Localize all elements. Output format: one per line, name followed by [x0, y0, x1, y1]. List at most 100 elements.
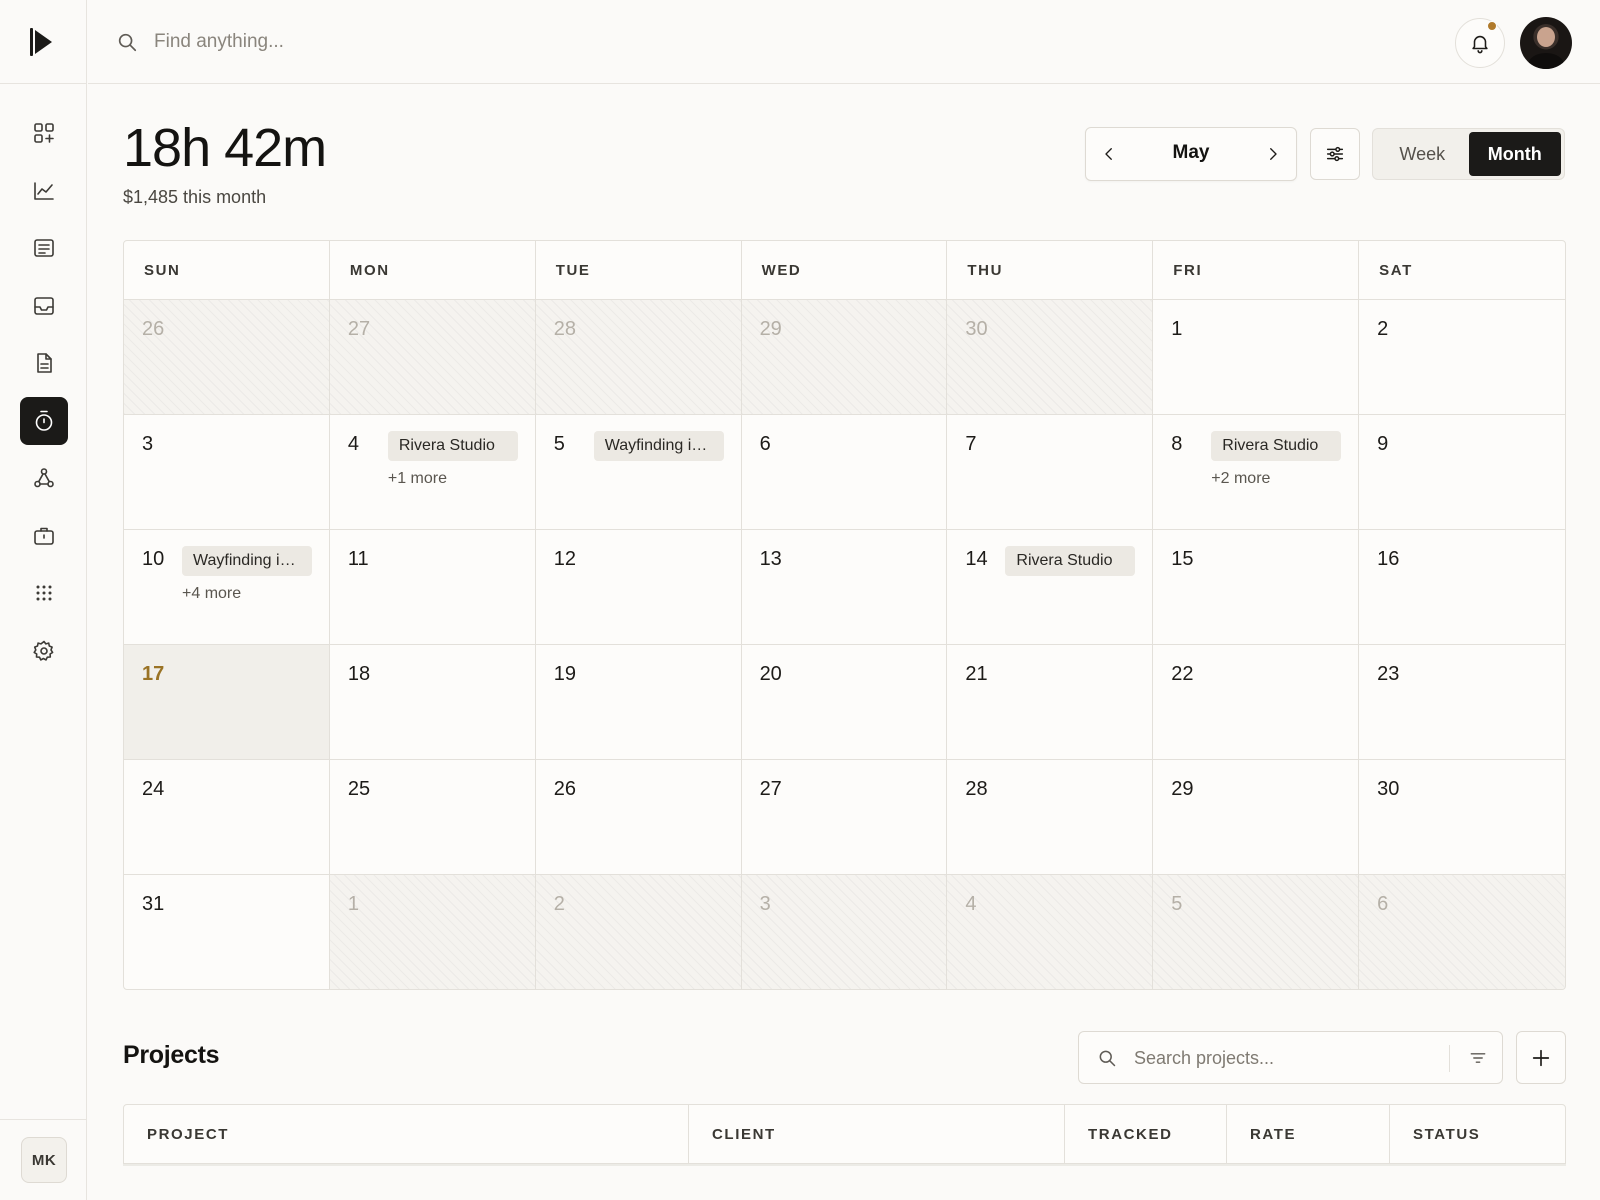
calendar-day[interactable]: 11	[329, 530, 536, 645]
sidebar-item-network[interactable]	[20, 454, 68, 502]
day-number: 2	[1377, 318, 1389, 340]
calendar-day[interactable]: 26	[535, 760, 742, 875]
calendar-day[interactable]: 30	[947, 300, 1154, 415]
calendar-day[interactable]: 30	[1359, 760, 1565, 875]
calendar-day[interactable]: 15	[1153, 530, 1360, 645]
filter-lines-icon	[1470, 1053, 1486, 1063]
calendar-day[interactable]: 9	[1359, 415, 1565, 530]
calendar-day[interactable]: 21	[947, 645, 1154, 760]
calendar-day[interactable]: 2	[1359, 300, 1565, 415]
logo-play-icon	[35, 30, 52, 54]
column-header-client[interactable]: CLIENT	[689, 1105, 1065, 1163]
sidebar-item-settings[interactable]	[20, 627, 68, 675]
calendar-day[interactable]: 28	[535, 300, 742, 415]
sidebar-item-time-tracking[interactable]	[20, 396, 68, 445]
calendar-grid: 26 27 28 29 30 1 2 3 4 Rivera Studio +1 more 5 Wayfi…	[124, 300, 1565, 989]
day-number: 29	[1171, 778, 1194, 800]
calendar-day[interactable]: 31	[124, 875, 330, 989]
next-month-button[interactable]	[1250, 128, 1296, 180]
calendar-day[interactable]: 19	[535, 645, 742, 760]
calendar-day[interactable]: 1	[1153, 300, 1360, 415]
calendar-day[interactable]: 2	[535, 875, 742, 989]
project-filter-button[interactable]	[1456, 1036, 1500, 1080]
column-header-rate[interactable]: RATE	[1227, 1105, 1390, 1163]
sidebar-item-analytics[interactable]	[20, 167, 68, 215]
calendar-day[interactable]: 10 Wayfinding identity +4 more	[124, 530, 330, 645]
sidebar-item-inbox[interactable]	[20, 282, 68, 330]
more-events-link[interactable]: +2 more	[1211, 470, 1270, 488]
calendar-day[interactable]: 5 Wayfinding identity	[535, 415, 742, 530]
app-logo[interactable]	[30, 26, 58, 58]
sidebar-item-list[interactable]	[20, 224, 68, 272]
day-number: 6	[759, 433, 771, 455]
more-events-link[interactable]: +1 more	[388, 470, 447, 488]
day-number: 3	[142, 433, 154, 455]
calendar-day[interactable]: 22	[1153, 645, 1360, 760]
column-header-tracked[interactable]: TRACKED	[1065, 1105, 1227, 1163]
calendar-day[interactable]: 8 Rivera Studio +2 more	[1153, 415, 1360, 530]
day-number: 24	[142, 778, 165, 800]
previous-month-button[interactable]	[1086, 128, 1132, 180]
month-earnings: $1,485 this month	[123, 187, 267, 207]
logo-bar	[30, 28, 33, 56]
global-search-input[interactable]	[154, 24, 654, 60]
month-view-button[interactable]: Month	[1468, 132, 1561, 176]
calendar-day-today[interactable]: 17	[124, 645, 330, 760]
notifications-button[interactable]	[1455, 18, 1505, 68]
day-number: 18	[347, 663, 371, 685]
calendar-day[interactable]: 16	[1359, 530, 1565, 645]
calendar-day[interactable]: 7	[947, 415, 1154, 530]
event-chip[interactable]: Rivera Studio	[1005, 546, 1136, 576]
event-chip[interactable]: Rivera Studio	[1211, 431, 1342, 461]
calendar-day[interactable]: 18	[329, 645, 536, 760]
project-search-input[interactable]	[1134, 1042, 1434, 1074]
sidebar-item-apps[interactable]	[20, 569, 68, 617]
calendar-day[interactable]: 26	[124, 300, 330, 415]
briefcase-icon	[34, 527, 54, 545]
calendar-day[interactable]: 14 Rivera Studio	[947, 530, 1154, 645]
calendar-day[interactable]: 6	[1359, 875, 1565, 989]
calendar-day[interactable]: 3	[741, 875, 948, 989]
calendar-day[interactable]: 20	[741, 645, 948, 760]
calendar-day[interactable]: 12	[535, 530, 742, 645]
calendar-day[interactable]: 27	[741, 760, 948, 875]
day-number: 11	[347, 548, 369, 570]
sidebar-item-projects[interactable]	[20, 512, 68, 560]
event-chip[interactable]: Rivera Studio	[387, 431, 518, 461]
user-initials-button[interactable]: MK	[21, 1137, 67, 1183]
week-view-button[interactable]: Week	[1376, 132, 1469, 176]
more-events-link[interactable]: +4 more	[182, 585, 241, 603]
event-chip[interactable]: Wayfinding identity	[182, 546, 312, 576]
weekday-label: WED	[742, 241, 948, 299]
calendar-day[interactable]: 4	[947, 875, 1154, 989]
column-header-project[interactable]: PROJECT	[124, 1105, 689, 1163]
add-project-button[interactable]	[1516, 1031, 1566, 1084]
sidebar-item-dashboard[interactable]	[20, 109, 68, 157]
calendar-day[interactable]: 4 Rivera Studio +1 more	[329, 415, 536, 530]
weekday-label: MON	[330, 241, 536, 299]
calendar-day[interactable]: 3	[124, 415, 330, 530]
timer-icon	[35, 410, 53, 431]
calendar-day[interactable]: 6	[741, 415, 948, 530]
column-header-status[interactable]: STATUS	[1390, 1105, 1565, 1163]
calendar-day[interactable]: 13	[741, 530, 948, 645]
day-number: 5	[553, 433, 565, 455]
sidebar-item-documents[interactable]	[20, 339, 68, 387]
calendar-day[interactable]: 29	[741, 300, 948, 415]
calendar-day[interactable]: 25	[329, 760, 536, 875]
calendar-day[interactable]: 27	[329, 300, 536, 415]
calendar-day[interactable]: 29	[1153, 760, 1360, 875]
day-number: 22	[1171, 663, 1194, 685]
avatar[interactable]	[1520, 17, 1572, 69]
calendar-day[interactable]: 24	[124, 760, 330, 875]
calendar-day[interactable]: 1	[329, 875, 536, 989]
calendar-day[interactable]: 5	[1153, 875, 1360, 989]
event-chip[interactable]: Wayfinding identity	[593, 431, 724, 461]
calendar-day[interactable]: 28	[947, 760, 1154, 875]
settings-icon	[33, 640, 54, 661]
calendar-filter-button[interactable]	[1310, 128, 1360, 180]
calendar-day[interactable]: 23	[1359, 645, 1565, 760]
sidebar-divider	[0, 83, 87, 84]
projects-title: Projects	[123, 1041, 220, 1069]
current-month-label: May	[1172, 142, 1210, 163]
